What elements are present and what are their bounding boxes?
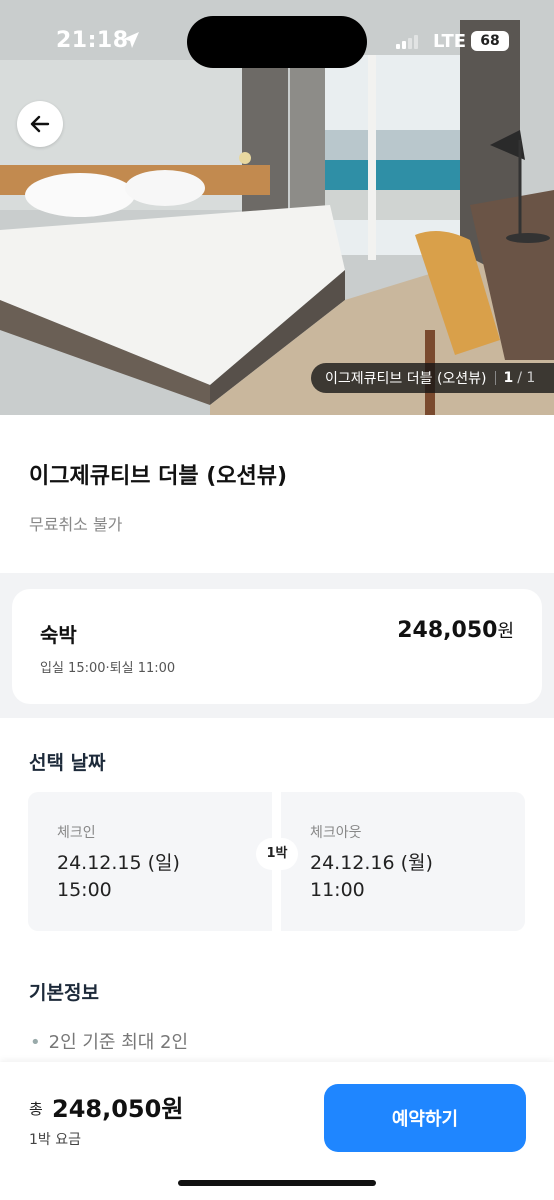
- photo-index-current: 1: [503, 370, 514, 386]
- stay-type-label: 숙박: [40, 623, 77, 647]
- price-basis: 1박 요금: [29, 1132, 81, 1148]
- location-arrow-icon: [123, 32, 139, 48]
- selected-dates-title: 선택 날짜: [29, 752, 106, 774]
- photo-caption-text: 이그제큐티브 더블 (오션뷰): [325, 371, 487, 387]
- home-indicator[interactable]: [178, 1180, 376, 1186]
- stay-price: 248,050원: [397, 617, 514, 643]
- checkin-time: 15:00: [57, 879, 112, 901]
- checkout-label: 체크아웃: [310, 825, 362, 841]
- battery-icon: 68: [471, 31, 509, 51]
- basic-info-title: 기본정보: [29, 982, 99, 1004]
- status-bar: 21:18 LTE 68: [0, 0, 554, 80]
- bullet-icon: •: [30, 1032, 41, 1053]
- total-price: 248,050원: [52, 1095, 184, 1123]
- checkin-date: 24.12.15 (일): [57, 852, 180, 874]
- checkin-label: 체크인: [57, 825, 96, 841]
- info-item-text: 2인 기준 최대 2인: [48, 1032, 189, 1053]
- back-button[interactable]: [17, 101, 63, 147]
- caption-divider: [494, 371, 496, 385]
- checkout-date: 24.12.16 (월): [310, 852, 433, 874]
- cancel-policy: 무료취소 불가: [29, 515, 123, 534]
- network-type: LTE: [433, 31, 467, 52]
- checkout-box[interactable]: 체크아웃 24.12.16 (월) 11:00: [281, 792, 525, 931]
- signal-icon: [396, 35, 418, 49]
- photo-caption: 이그제큐티브 더블 (오션뷰) 1 / 1: [311, 363, 554, 393]
- total-prefix: 총: [29, 1100, 43, 1118]
- nights-badge: 1박: [256, 838, 298, 870]
- checkin-box[interactable]: 체크인 24.12.15 (일) 15:00: [28, 792, 272, 931]
- photo-index-total: / 1: [517, 370, 536, 386]
- checkout-time: 11:00: [310, 879, 365, 901]
- stay-price-amount: 248,050: [397, 618, 498, 643]
- checkin-value: 24.12.15 (일) 15:00: [57, 850, 180, 904]
- checkin-checkout-times: 입실 15:00·퇴실 11:00: [40, 661, 176, 676]
- status-time: 21:18: [56, 28, 129, 53]
- stay-option-card[interactable]: 숙박 입실 15:00·퇴실 11:00 248,050원: [12, 589, 542, 704]
- arrow-left-icon: [30, 115, 50, 133]
- book-button[interactable]: 예약하기: [324, 1084, 526, 1152]
- dynamic-island: [187, 16, 367, 68]
- stay-price-currency: 원: [497, 621, 514, 642]
- info-list-item: • 2인 기준 최대 2인: [30, 1028, 188, 1054]
- checkout-value: 24.12.16 (월) 11:00: [310, 850, 433, 904]
- room-title: 이그제큐티브 더블 (오션뷰): [29, 464, 288, 489]
